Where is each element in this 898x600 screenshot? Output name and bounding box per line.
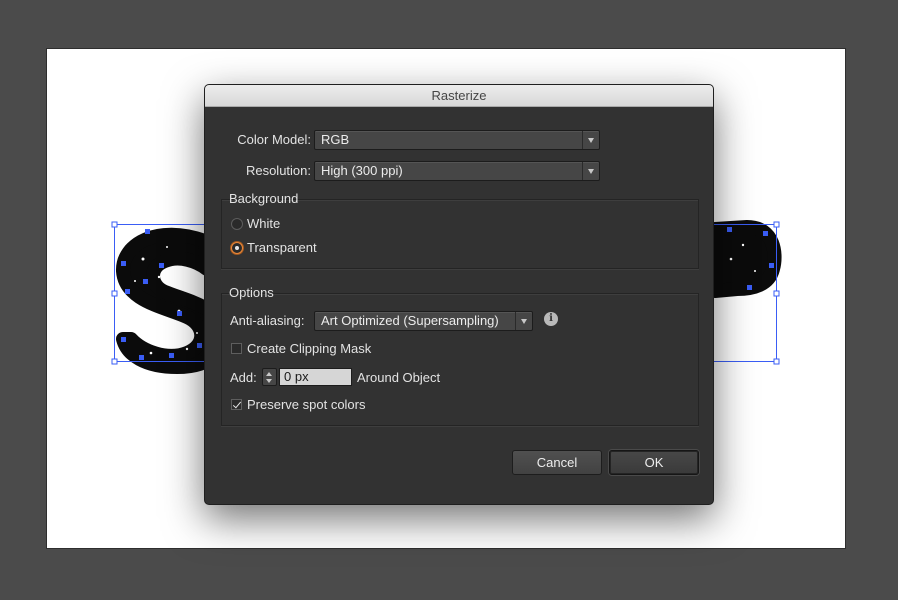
anti-aliasing-label: Anti-aliasing: — [230, 313, 305, 328]
artwork-letter-p — [708, 220, 782, 298]
rasterize-dialog: Rasterize Color Model: RGB Resolution: H… — [204, 84, 714, 505]
ok-button[interactable]: OK — [609, 450, 699, 475]
chevron-down-icon — [582, 162, 599, 180]
radio-transparent[interactable] — [231, 242, 243, 254]
options-group-title: Options — [229, 285, 274, 300]
background-group-title: Background — [229, 191, 299, 206]
radio-white[interactable] — [231, 218, 243, 230]
info-icon[interactable]: i — [544, 312, 558, 326]
create-clipping-mask-checkbox[interactable] — [231, 343, 242, 354]
arrow-up-icon[interactable] — [266, 372, 272, 376]
resolution-label: Resolution: — [245, 163, 311, 178]
radio-transparent-label[interactable]: Transparent — [247, 239, 317, 257]
cancel-button[interactable]: Cancel — [512, 450, 602, 475]
anti-aliasing-select[interactable]: Art Optimized (Supersampling) — [314, 311, 533, 331]
radio-white-label[interactable]: White — [247, 215, 280, 233]
color-model-value: RGB — [321, 132, 350, 147]
preserve-spot-colors-checkbox[interactable] — [231, 399, 242, 410]
chevron-down-icon — [582, 131, 599, 149]
around-object-label: Around Object — [357, 370, 441, 385]
anti-aliasing-value: Art Optimized (Supersampling) — [321, 313, 499, 328]
resolution-select[interactable]: High (300 ppi) — [314, 161, 600, 181]
chevron-down-icon — [515, 312, 532, 330]
dialog-title[interactable]: Rasterize — [205, 85, 713, 107]
background-group — [221, 199, 699, 269]
arrow-down-icon[interactable] — [266, 379, 272, 383]
create-clipping-mask-label[interactable]: Create Clipping Mask — [247, 340, 371, 358]
preserve-spot-colors-label[interactable]: Preserve spot colors — [247, 396, 366, 414]
add-input[interactable]: 0 px — [279, 368, 352, 386]
color-model-label: Color Model: — [237, 132, 311, 147]
color-model-select[interactable]: RGB — [314, 130, 600, 150]
add-stepper[interactable] — [262, 368, 277, 386]
add-label: Add: — [230, 370, 257, 385]
resolution-value: High (300 ppi) — [321, 163, 403, 178]
